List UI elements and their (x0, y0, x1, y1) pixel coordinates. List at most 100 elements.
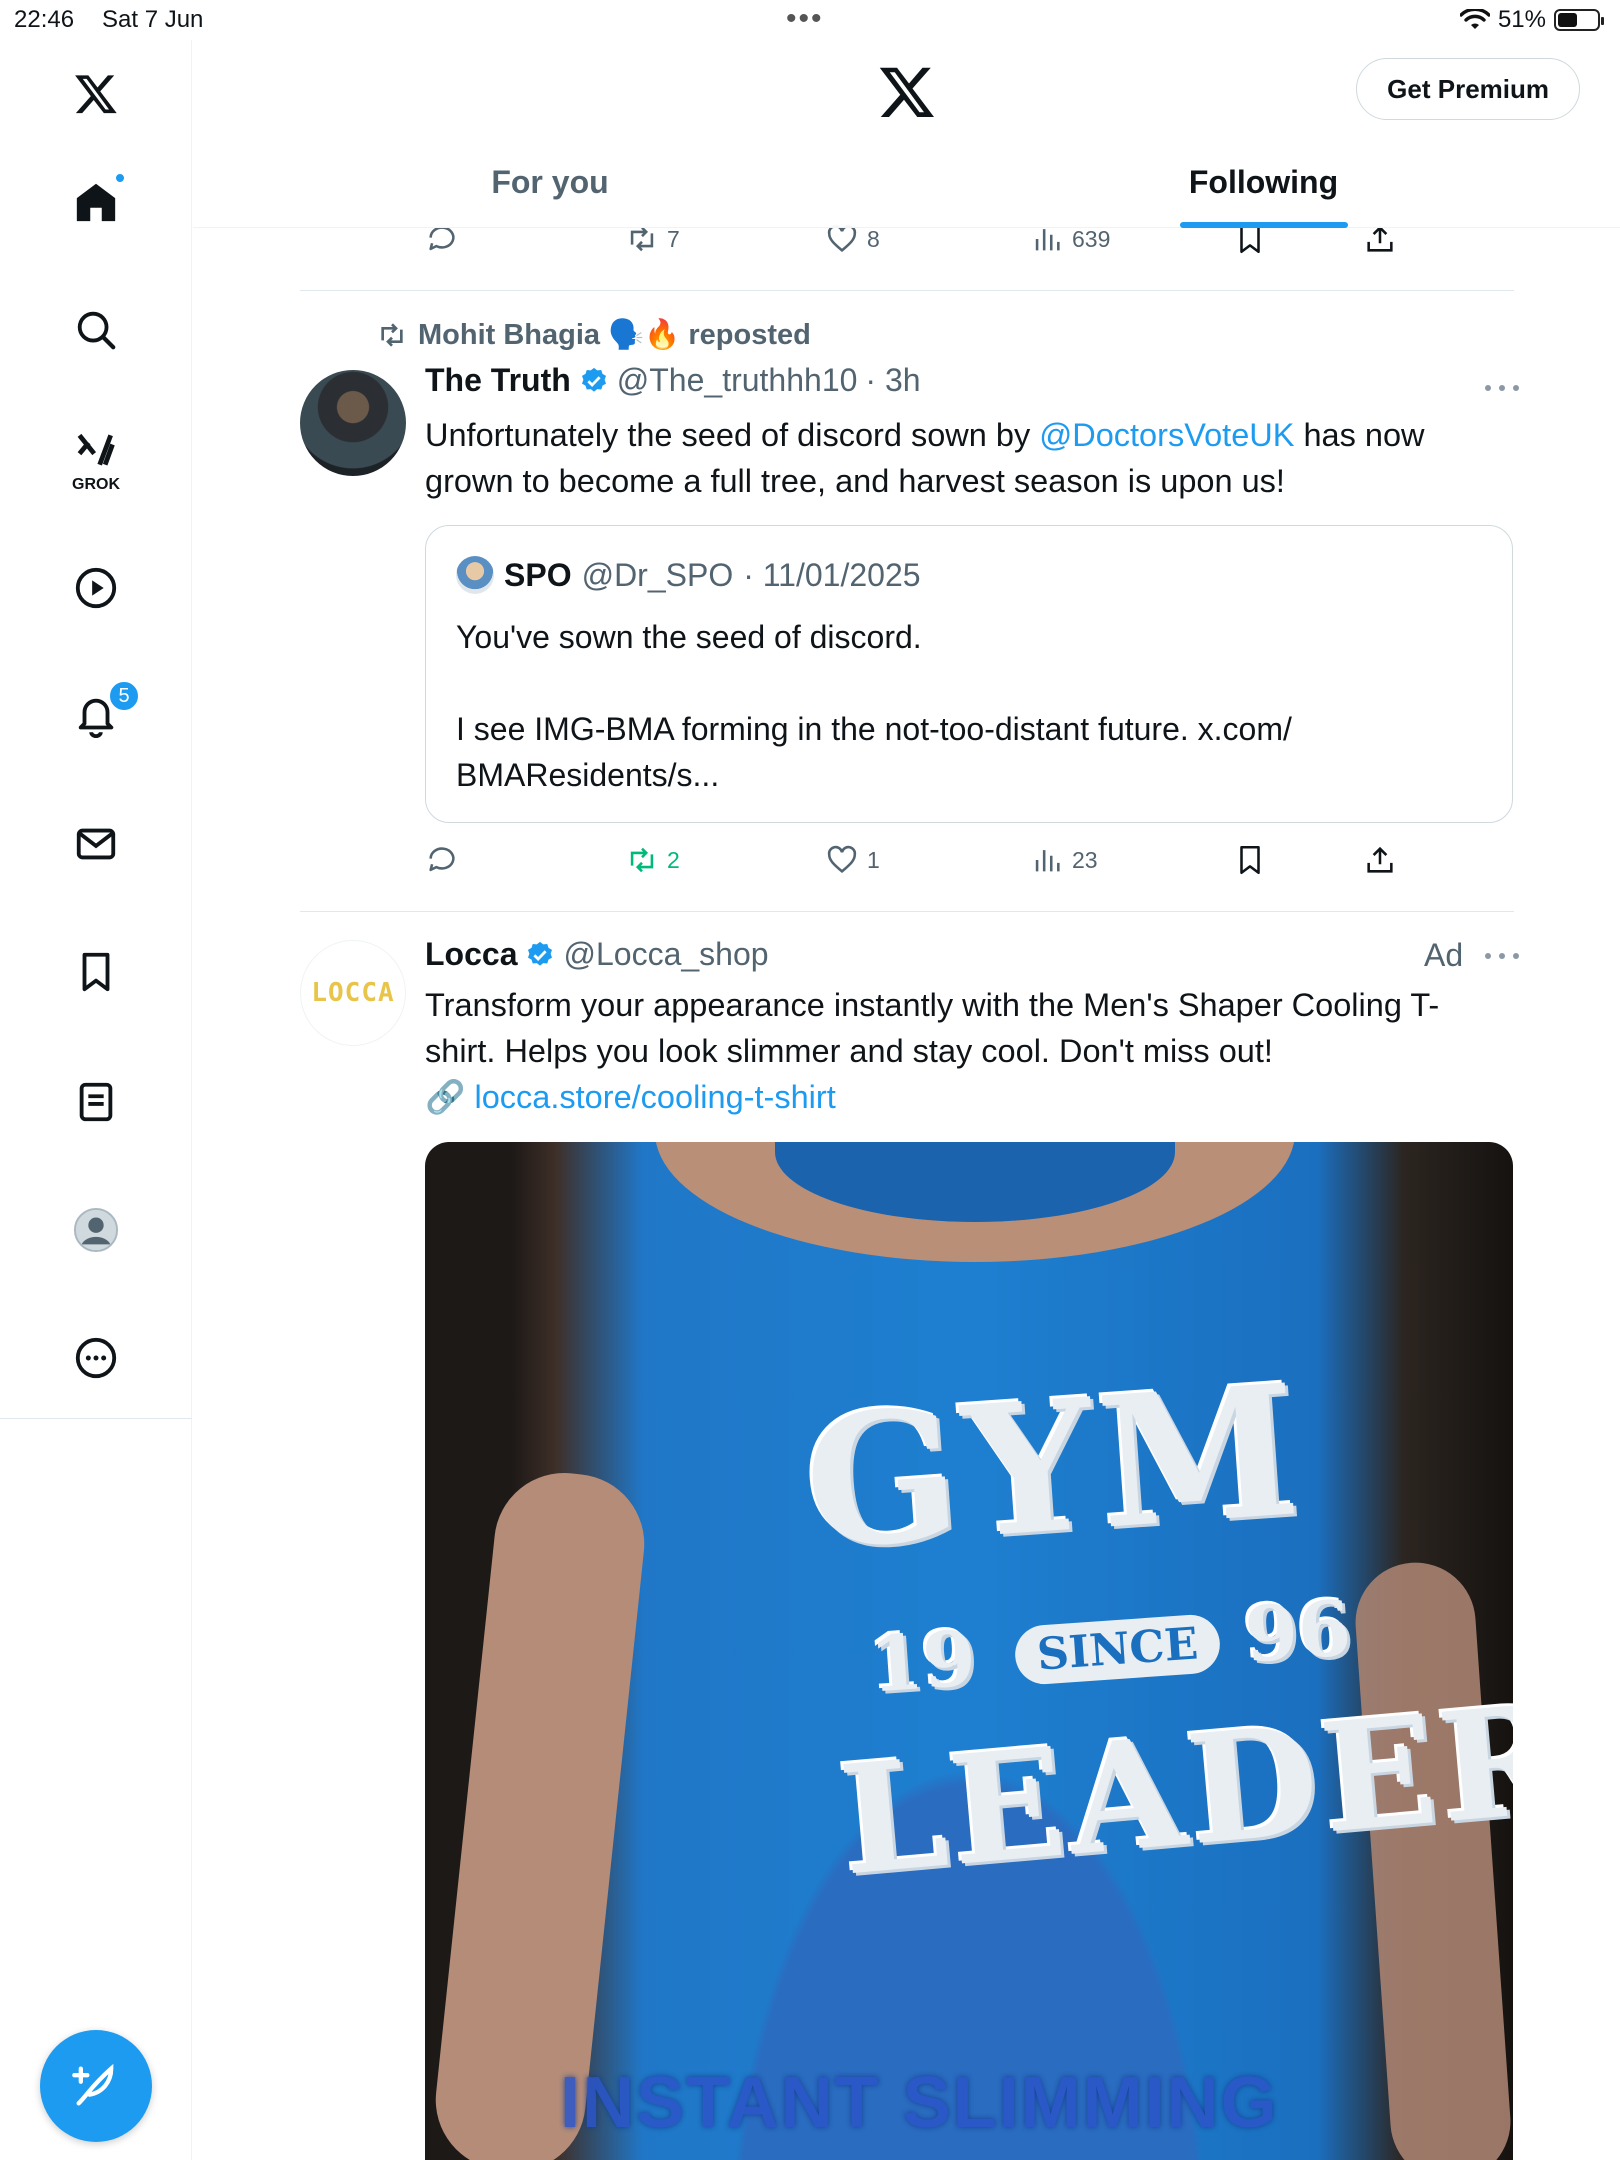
status-right: 51% (1459, 6, 1604, 34)
mention-link[interactable]: @DoctorsVoteUK (1039, 417, 1294, 453)
status-bar: 22:46 Sat 7 Jun ••• 51% (0, 0, 1620, 40)
avatar-icon (73, 1207, 119, 1253)
status-date: Sat 7 Jun (102, 6, 204, 33)
ad-media-video[interactable]: GYM 19 SINCE 96 LEADER INSTANT SLIMMING (425, 1142, 1513, 2160)
battery-percent: 51% (1497, 6, 1546, 33)
reply-button[interactable] (425, 843, 459, 877)
multitasking-dots-icon[interactable]: ••• (786, 2, 824, 36)
verified-badge-icon (528, 941, 553, 966)
external-link[interactable]: locca.store/cooling-t-shirt (475, 1079, 836, 1115)
more-circle-icon (75, 1337, 117, 1379)
post-actions: 2 1 23 (425, 843, 1415, 893)
sidebar-item-home[interactable] (62, 168, 130, 236)
x-header-logo-icon[interactable] (877, 62, 937, 122)
bookmark-icon (82, 952, 110, 992)
quoted-post-date: · 11/01/2025 (743, 556, 921, 593)
author-handle[interactable]: @Locca_shop (563, 936, 768, 973)
shirt-print-96: 96 (1242, 1583, 1354, 1680)
get-premium-button[interactable]: Get Premium (1356, 58, 1580, 120)
post-text-start: Unfortunately the seed of discord sown b… (425, 417, 1040, 453)
x-logo-icon[interactable] (62, 60, 130, 128)
search-icon (77, 311, 116, 350)
tab-following[interactable]: Following (907, 136, 1620, 228)
sidebar-divider (0, 1418, 192, 1419)
repost-icon (630, 847, 654, 873)
sidebar: GROK 5 (0, 40, 192, 2160)
like-button[interactable]: 1 (825, 843, 880, 877)
wifi-icon (1459, 9, 1490, 29)
quoted-post-header: SPO @Dr_SPO · 11/01/2025 (456, 556, 921, 594)
avatar[interactable] (300, 370, 406, 476)
sidebar-item-messages[interactable] (62, 810, 130, 878)
header: Get Premium For you Following (193, 40, 1620, 228)
author-handle[interactable]: @The_truthhh10 (617, 362, 858, 399)
bookmark-button[interactable] (1233, 843, 1267, 877)
quoted-author-name: SPO (504, 556, 572, 593)
quoted-author-handle: @Dr_SPO (581, 556, 734, 593)
video-caption: INSTANT SLIMMING (560, 2063, 1279, 2143)
sidebar-item-more[interactable] (62, 1324, 130, 1392)
repost-icon (381, 323, 403, 347)
sidebar-item-grok[interactable]: GROK (62, 424, 130, 493)
sidebar-item-lists[interactable] (62, 1068, 130, 1136)
grok-icon (77, 433, 115, 466)
shirt-print-gym: GYM (798, 1344, 1312, 1591)
quoted-avatar (456, 556, 494, 594)
play-icon (75, 567, 117, 609)
notifications-badge: 5 (108, 680, 140, 712)
views-count: 639 (1072, 225, 1111, 252)
ad-label: Ad (1424, 937, 1464, 973)
link-emoji-icon: 🔗 (425, 1079, 466, 1115)
sidebar-item-search[interactable] (62, 296, 130, 364)
shirt-print-19: 19 (867, 1613, 979, 1710)
post-header: Locca @Locca_shop (425, 936, 769, 973)
post-divider (300, 911, 1514, 912)
like-count: 8 (867, 225, 880, 252)
sidebar-item-videos[interactable] (62, 554, 130, 622)
views-button[interactable]: 23 (1030, 843, 1098, 877)
prev-post-actions: 7 8 639 (425, 222, 1415, 272)
author-name[interactable]: Locca (425, 936, 517, 973)
repost-by-text: Mohit Bhagia 🗣️🔥 reposted (418, 319, 811, 351)
post-text-body: Transform your appearance instantly with… (425, 987, 1440, 1069)
repost-attribution[interactable]: Mohit Bhagia 🗣️🔥 reposted (376, 318, 811, 352)
verified-badge-icon (581, 367, 606, 392)
active-tab-indicator (1179, 222, 1348, 228)
avatar[interactable]: LOCCA (300, 940, 406, 1046)
shirt-print-since: SINCE (1013, 1612, 1222, 1687)
post-text: Unfortunately the seed of discord sown b… (425, 412, 1505, 504)
tab-for-you-label: For you (491, 163, 609, 200)
compose-feather-icon (72, 2063, 114, 2106)
share-button[interactable] (1363, 843, 1397, 877)
tab-for-you[interactable]: For you (193, 136, 907, 228)
views-count: 23 (1072, 846, 1098, 873)
sidebar-item-notifications[interactable]: 5 (62, 680, 140, 750)
post-header: The Truth @The_truthhh10 · 3h (425, 362, 921, 399)
repost-count: 7 (667, 225, 680, 252)
list-icon (79, 1082, 113, 1122)
mail-icon (76, 828, 116, 860)
sidebar-item-bookmarks[interactable] (62, 938, 130, 1006)
locca-logo-text: LOCCA (311, 978, 395, 1008)
quoted-post[interactable]: SPO @Dr_SPO · 11/01/2025 You've sown the… (425, 525, 1513, 823)
post-time[interactable]: · 3h (865, 362, 920, 399)
media-arm-left (428, 1466, 652, 2160)
more-options-icon[interactable] (1480, 378, 1524, 398)
battery-icon (1554, 9, 1604, 31)
share-icon (1367, 846, 1393, 873)
repost-count: 2 (667, 846, 680, 873)
status-time: 22:46 (14, 6, 75, 33)
quoted-post-text: You've sown the seed of discord. I see I… (456, 619, 1292, 793)
post-divider (300, 290, 1514, 291)
heart-icon (827, 845, 857, 873)
repost-button[interactable]: 2 (625, 843, 680, 877)
tab-following-label: Following (1188, 163, 1339, 200)
bookmark-icon (1240, 845, 1260, 875)
post-text: Transform your appearance instantly with… (425, 982, 1505, 1120)
sidebar-item-profile[interactable] (62, 1196, 130, 1264)
like-count: 1 (867, 846, 880, 873)
compose-button[interactable] (40, 2030, 152, 2142)
author-name[interactable]: The Truth (425, 362, 571, 399)
views-chart-icon (1035, 850, 1060, 872)
more-options-icon[interactable] (1480, 946, 1524, 966)
